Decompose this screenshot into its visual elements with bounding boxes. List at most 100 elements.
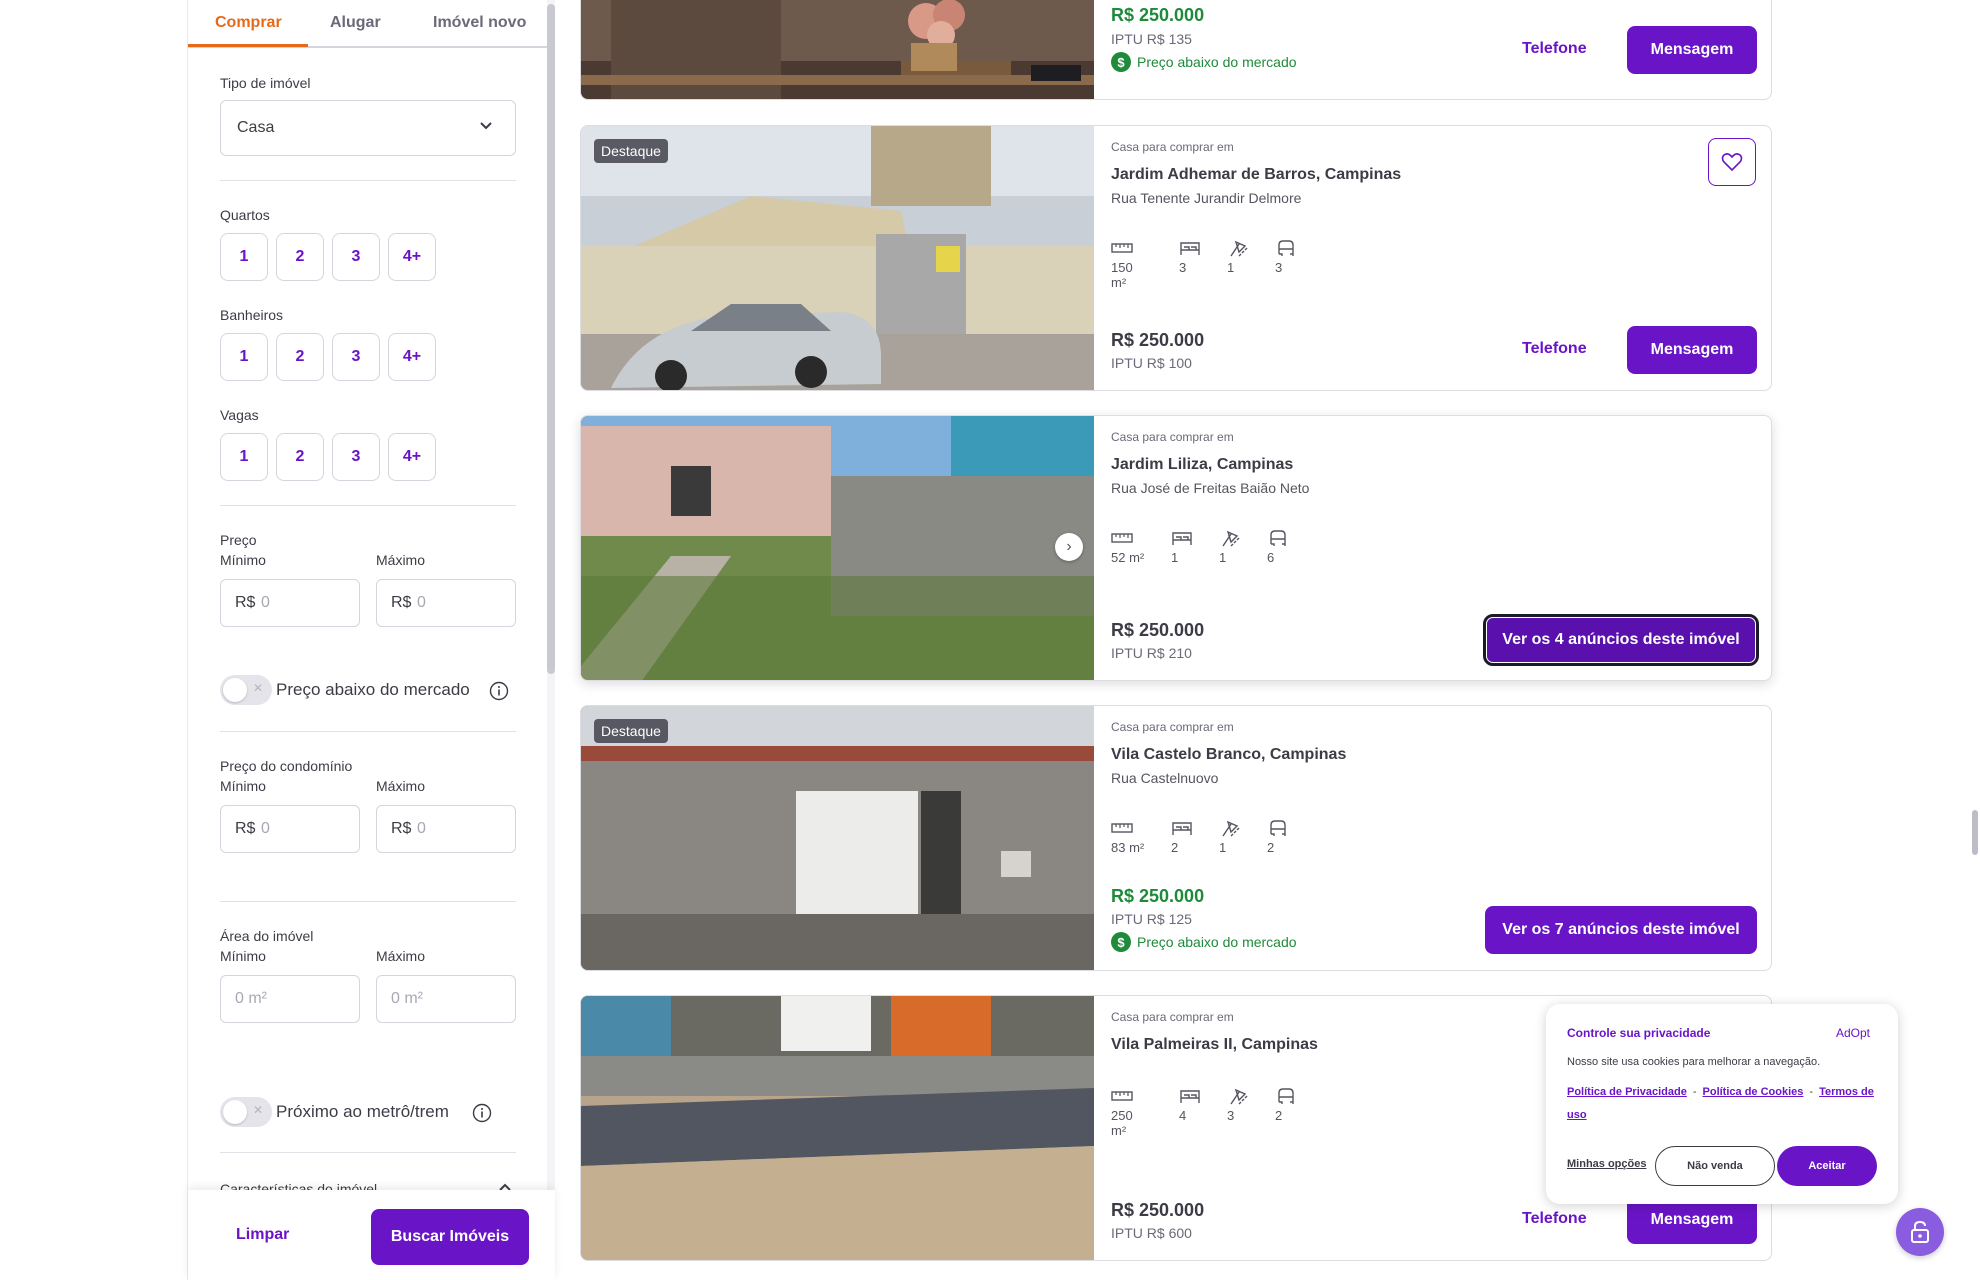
area-feature: 150 m² [1111,238,1151,290]
listing-type: Casa para comprar em [1111,1010,1234,1024]
listing-iptu: IPTU R$ 135 [1111,31,1192,47]
bathrooms-option-3[interactable]: 3 [332,333,380,381]
info-icon[interactable] [489,681,509,701]
divider [220,731,516,732]
car-icon [1278,1088,1294,1104]
listing-photo-image [581,0,1094,99]
message-button[interactable]: Mensagem [1627,26,1757,74]
price-min-label: Mínimo [220,552,266,568]
area-max-input[interactable]: 0 m² [376,975,516,1023]
car-icon [1270,820,1286,836]
parking-value: 3 [1275,260,1283,275]
listing-photo[interactable]: › [581,416,1094,680]
listing-card[interactable]: Destaque Casa para comprar em Jardim Adh… [580,125,1772,391]
bedrooms-value: 4 [1179,1108,1187,1123]
condo-max-input[interactable]: R$ 0 [376,805,516,853]
price-min-input[interactable]: R$ 0 [220,579,360,627]
phone-button[interactable]: Telefone [1522,40,1587,58]
bed-icon [1180,242,1200,255]
bedrooms-option-3[interactable]: 3 [332,233,380,281]
cookie-policy-link[interactable]: Política de Cookies [1703,1086,1804,1098]
decline-button[interactable]: Não venda [1655,1146,1775,1186]
listing-location[interactable]: Vila Castelo Branco, Campinas [1111,746,1346,764]
phone-button[interactable]: Telefone [1522,340,1587,358]
listing-card[interactable]: › Casa para comprar em Jardim Liliza, Ca… [580,415,1772,681]
price-max-placeholder: 0 [417,594,426,611]
bedrooms-value: 2 [1171,840,1179,855]
property-type-select[interactable]: Casa [220,100,516,156]
clear-filters-button[interactable]: Limpar [236,1226,289,1244]
listing-location[interactable]: Jardim Liliza, Campinas [1111,456,1293,474]
bathrooms-value: 1 [1227,260,1235,275]
bedrooms-feature: 3 [1179,238,1219,275]
condo-min-input[interactable]: R$ 0 [220,805,360,853]
bedrooms-value: 1 [1171,550,1179,565]
bathrooms-feature: 3 [1227,1086,1267,1123]
view-listings-button[interactable]: Ver os 7 anúncios deste imóvel [1485,906,1757,954]
price-max-input[interactable]: R$ 0 [376,579,516,627]
listing-card[interactable]: Destaque Casa para comprar em Vila Caste… [580,705,1772,971]
page-scrollbar-thumb[interactable] [1972,810,1978,855]
parking-option-4plus[interactable]: 4+ [388,433,436,481]
search-properties-button[interactable]: Buscar Imóveis [371,1209,529,1265]
view-listings-button[interactable]: Ver os 4 anúncios deste imóvel [1483,614,1759,666]
area-value: 150 m² [1111,260,1133,290]
my-options-link[interactable]: Minhas opções [1567,1158,1646,1170]
message-button[interactable]: Mensagem [1627,326,1757,374]
accept-button[interactable]: Aceitar [1777,1146,1877,1186]
parking-option-3[interactable]: 3 [332,433,380,481]
bathrooms-feature: 1 [1219,818,1259,855]
bedrooms-label: Quartos [220,207,270,223]
tab-comprar[interactable]: Comprar [215,14,282,32]
parking-label: Vagas [220,407,259,423]
listing-card[interactable]: R$ 250.000 IPTU R$ 135 $ Preço abaixo do … [580,0,1772,100]
listing-photo[interactable] [581,996,1094,1260]
area-value: 83 m² [1111,840,1145,855]
bedrooms-option-1[interactable]: 1 [220,233,268,281]
tab-alugar[interactable]: Alugar [330,14,381,32]
sidebar-scrollbar-thumb[interactable] [547,4,555,674]
listing-location[interactable]: Vila Palmeiras II, Campinas [1111,1036,1318,1054]
area-feature: 250 m² [1111,1086,1151,1138]
price-label: Preço [220,532,257,548]
privacy-policy-link[interactable]: Política de Privacidade [1567,1086,1687,1098]
bathrooms-option-2[interactable]: 2 [276,333,324,381]
privacy-settings-button[interactable] [1896,1208,1944,1256]
listing-photo[interactable] [581,0,1094,99]
bedrooms-option-4plus[interactable]: 4+ [388,233,436,281]
bedrooms-option-2[interactable]: 2 [276,233,324,281]
listing-price: R$ 250.000 [1111,330,1205,350]
listing-iptu: IPTU R$ 600 [1111,1225,1192,1241]
condo-price-label: Preço do condomínio [220,758,353,774]
toggle-off-icon: ✕ [252,1103,263,1117]
area-value: 250 m² [1111,1108,1133,1138]
area-max-placeholder: 0 m² [391,990,423,1007]
shower-icon [1230,240,1248,257]
listing-type: Casa para comprar em [1111,140,1234,154]
active-tab-indicator [188,44,308,47]
listing-location[interactable]: Jardim Adhemar de Barros, Campinas [1111,166,1401,184]
below-market-toggle[interactable]: ✕ [220,675,272,705]
bathrooms-option-4plus[interactable]: 4+ [388,333,436,381]
listing-photo[interactable]: Destaque [581,126,1094,390]
listing-photo-image [581,996,1094,1260]
listing-photo-image [581,126,1094,390]
listing-photo[interactable]: Destaque [581,706,1094,970]
tab-imovel-novo[interactable]: Imóvel novo [433,14,526,32]
metro-toggle[interactable]: ✕ [220,1097,272,1127]
phone-button[interactable]: Telefone [1522,1210,1587,1228]
parking-option-1[interactable]: 1 [220,433,268,481]
currency-prefix: R$ [235,820,256,837]
parking-option-2[interactable]: 2 [276,433,324,481]
parking-feature: 2 [1267,818,1307,855]
area-min-input[interactable]: 0 m² [220,975,360,1023]
condo-max-label: Máximo [376,778,426,794]
next-photo-arrow[interactable]: › [1055,533,1083,561]
favorite-button[interactable] [1708,138,1756,186]
listing-iptu: IPTU R$ 125 [1111,911,1192,927]
cookie-brand[interactable]: AdOpt [1836,1026,1870,1040]
info-icon[interactable] [472,1103,492,1123]
below-market-text: Preço abaixo do mercado [1137,54,1297,70]
parking-value: 6 [1267,550,1275,565]
bathrooms-option-1[interactable]: 1 [220,333,268,381]
